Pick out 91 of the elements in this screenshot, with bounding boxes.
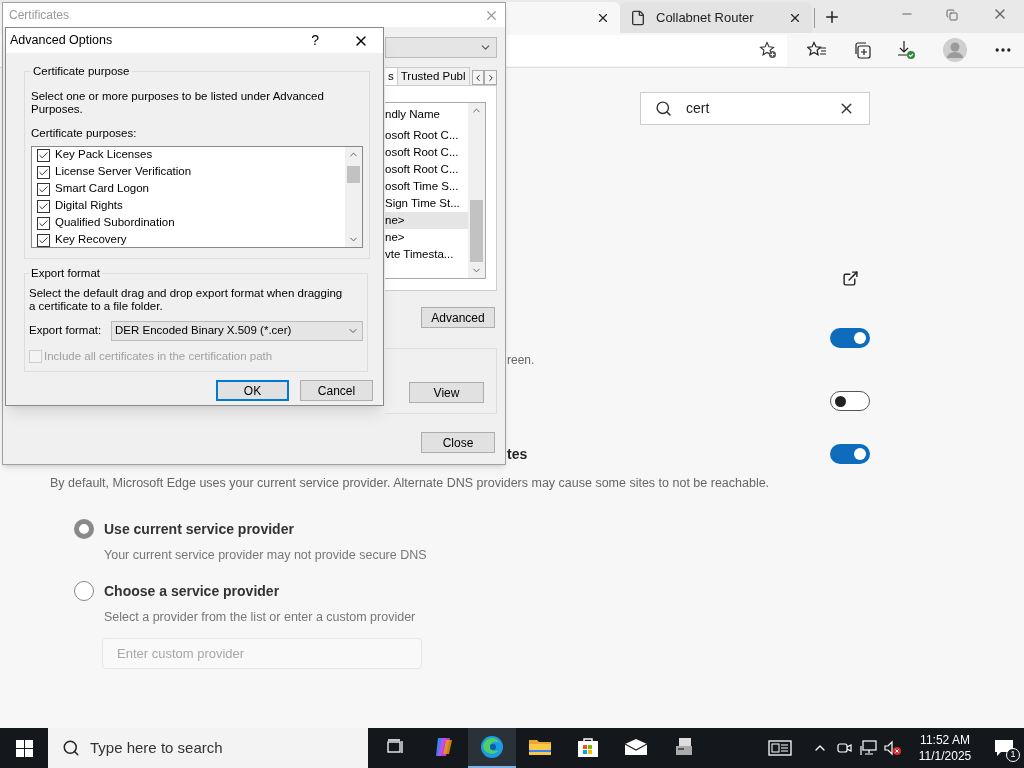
purpose-label: Qualified Subordination — [55, 215, 175, 231]
tab-scroll-right[interactable] — [484, 70, 497, 85]
checkbox[interactable] — [37, 165, 50, 179]
computer-icon — [673, 736, 695, 758]
dialog-button[interactable]: Cancel — [300, 380, 373, 401]
setting-description: reen. — [507, 352, 536, 369]
purpose-label: Key Recovery — [55, 232, 127, 248]
tab[interactable]: s — [385, 67, 398, 85]
certificate-row[interactable]: ne> — [385, 229, 468, 246]
radio-label: Choose a service provider — [104, 581, 280, 601]
collections-icon[interactable] — [853, 41, 871, 59]
view-button[interactable]: View — [409, 382, 484, 403]
clock-date: 11/1/2025 — [918, 748, 972, 764]
certificate-row[interactable]: vte Timesta... — [385, 246, 468, 263]
restore-icon[interactable] — [946, 9, 958, 21]
network-icon[interactable] — [860, 740, 878, 756]
certificate-row[interactable]: Sign Time St... — [385, 195, 468, 212]
settings-search-field[interactable]: cert — [640, 92, 870, 125]
certificate-row[interactable]: osoft Time S... — [385, 178, 468, 195]
wave-circle-icon — [480, 735, 504, 759]
close-button[interactable]: Close — [421, 432, 495, 453]
taskbar-search-field[interactable]: Type here to search — [48, 728, 368, 768]
taskbar-app[interactable] — [468, 728, 516, 768]
search-icon — [655, 100, 672, 117]
dns-description: By default, Microsoft Edge uses your current service provider. Alternate DNS providers may cause some sites to not be reachable. — [50, 475, 771, 492]
radio-button[interactable] — [74, 519, 94, 540]
task-view-icon — [387, 739, 405, 755]
shopping-bag-icon — [577, 736, 599, 758]
search-icon — [62, 739, 80, 757]
notification-button[interactable]: 1 — [984, 728, 1024, 768]
scrollbar[interactable] — [345, 146, 362, 247]
browser-tab[interactable]: Collabnet Router — [620, 2, 812, 33]
group-legend: Export format — [29, 264, 103, 282]
certificate-row[interactable]: osoft Root C... — [385, 161, 468, 178]
folder-icon — [528, 737, 552, 757]
clock-time: 11:52 AM — [920, 732, 970, 748]
star-plus-icon[interactable] — [759, 41, 777, 59]
list-label: Certificate purposes: — [31, 126, 138, 142]
favorites-icon[interactable] — [807, 41, 827, 59]
dialog-title: Advanced Options — [10, 32, 114, 50]
toggle-switch[interactable] — [830, 444, 870, 464]
window-title: Certificates — [9, 7, 70, 24]
tab-scroll-left[interactable] — [471, 70, 485, 85]
camera-icon[interactable] — [836, 740, 852, 756]
toggle-switch[interactable] — [830, 328, 870, 348]
advanced-button[interactable]: Advanced — [421, 307, 495, 328]
tab-title: Collabnet Router — [656, 8, 755, 27]
format-dropdown[interactable]: DER Encoded Binary X.509 (*.cer) — [111, 320, 363, 341]
help-button[interactable]: ? — [311, 30, 319, 51]
checkbox[interactable] — [37, 148, 50, 162]
checkbox[interactable] — [37, 233, 50, 247]
tab[interactable]: Trusted Publ — [397, 67, 470, 85]
scroll-thumb[interactable] — [347, 166, 360, 183]
purpose-label: License Server Verification — [55, 164, 192, 180]
search-value: cert — [686, 99, 711, 118]
notification-icon — [994, 739, 1014, 757]
radio-description: Your current service provider may not provide secure DNS — [104, 546, 428, 564]
purpose-label: Smart Card Logon — [55, 181, 149, 197]
column-header: ndly Name — [385, 107, 441, 123]
group-legend: Certificate purpose — [31, 63, 132, 81]
dialog-button[interactable]: OK — [216, 380, 289, 401]
format-label: Export format: — [29, 323, 103, 339]
speaker-muted-icon[interactable] — [884, 740, 902, 756]
newspaper-icon[interactable] — [768, 739, 792, 757]
checkbox-label: Include all certificates in the certification path — [44, 348, 273, 364]
new-tab-icon[interactable] — [823, 8, 841, 26]
setting-title: tes — [507, 444, 529, 464]
radio-label: Use current service provider — [104, 519, 294, 539]
radio-description: Select a provider from the list or enter a custom provider — [104, 608, 417, 626]
download-icon[interactable] — [897, 40, 917, 60]
start-icon — [15, 739, 33, 757]
checkbox[interactable] — [37, 182, 50, 196]
certificate-row[interactable]: ne> — [385, 212, 468, 229]
toggle-switch[interactable] — [830, 391, 870, 411]
external-link-icon[interactable] — [841, 269, 859, 287]
group-description: Select one or more purposes to be listed under Advanced Purposes. — [31, 90, 325, 117]
checkbox[interactable] — [37, 199, 50, 213]
checkbox[interactable] — [37, 216, 50, 230]
certificate-row[interactable]: osoft Root C... — [385, 144, 468, 161]
scroll-thumb[interactable] — [470, 199, 483, 262]
scrollbar[interactable] — [468, 103, 485, 278]
page-icon — [630, 9, 646, 26]
search-placeholder: Type here to search — [90, 737, 223, 758]
notification-count: 1 — [1006, 748, 1020, 762]
envelope-icon — [624, 738, 648, 756]
purpose-label: Digital Rights — [55, 198, 123, 214]
certificate-row[interactable]: osoft Root C... — [385, 127, 468, 144]
profile-avatar[interactable] — [943, 38, 967, 62]
purpose-label: Key Pack Licenses — [55, 147, 153, 163]
radio-button[interactable] — [74, 581, 94, 601]
group-description: Select the default drag and drop export format when dragging a certificate to a file folder. — [29, 286, 344, 313]
